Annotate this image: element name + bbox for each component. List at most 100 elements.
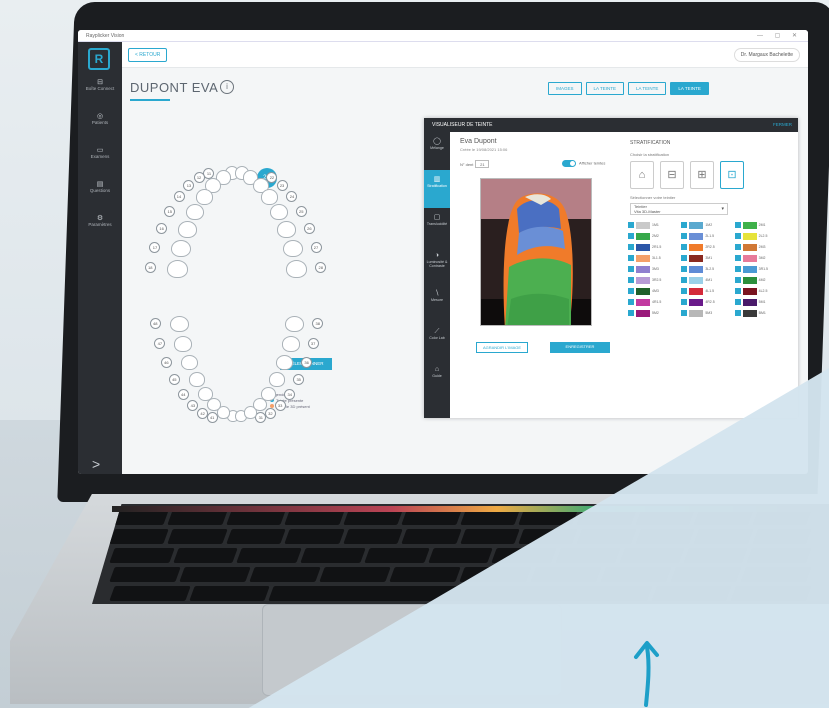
checkbox-icon[interactable] — [628, 299, 634, 305]
tooth[interactable] — [169, 316, 189, 333]
tooth-number[interactable]: 12 — [193, 171, 205, 183]
tooth[interactable] — [285, 316, 305, 333]
tooth-number[interactable]: 37 — [307, 338, 319, 350]
tooth-number[interactable]: 48 — [149, 318, 161, 330]
strat-option-1[interactable]: ⌂ — [630, 161, 654, 189]
tooth-number[interactable]: 18 — [144, 261, 156, 273]
shade-item[interactable]: 4R1.5 — [628, 298, 681, 306]
shade-item[interactable]: 4L2.5 — [734, 287, 788, 295]
shade-item[interactable]: 4L1.5 — [681, 287, 734, 295]
shade-item[interactable]: 2L1.5 — [681, 232, 734, 240]
enlarge-image-button[interactable]: AGRANDIR L'IMAGE — [476, 342, 528, 353]
tooth[interactable] — [171, 239, 192, 258]
checkbox-icon[interactable] — [628, 244, 634, 250]
checkbox-icon[interactable] — [681, 222, 688, 228]
shade-item[interactable]: 2M3 — [734, 243, 788, 251]
tooth-number[interactable]: 26 — [303, 222, 315, 234]
shade-item[interactable]: 3R1.5 — [734, 265, 788, 273]
checkbox-icon[interactable] — [734, 255, 741, 261]
shade-item[interactable]: 4R2.5 — [681, 298, 734, 306]
tooth[interactable] — [269, 372, 286, 387]
checkbox-icon[interactable] — [681, 277, 688, 283]
shade-item[interactable]: 1M1 — [628, 221, 681, 229]
tool-stratification[interactable]: ▥ Stratification — [424, 170, 450, 208]
tooth[interactable] — [282, 239, 303, 258]
shade-item[interactable]: 5M3 — [681, 309, 734, 317]
tooth-number[interactable]: 33 — [274, 400, 286, 412]
tooth-number[interactable]: 41 — [206, 411, 218, 423]
tooth[interactable] — [180, 355, 198, 371]
tooth-number[interactable]: 28 — [315, 261, 327, 273]
tooth[interactable] — [286, 259, 308, 278]
shade-item[interactable]: 3M2 — [734, 254, 788, 262]
checkbox-icon[interactable] — [734, 233, 741, 239]
tooth-number[interactable]: 45 — [168, 374, 180, 386]
tooth[interactable] — [178, 220, 198, 238]
sidebar-item-settings[interactable]: ⚙ Paramètres — [78, 215, 122, 227]
tool-translucency[interactable]: ▢ Translucidité — [424, 208, 450, 246]
window-controls[interactable]: — ▢ ✕ — [757, 32, 802, 39]
tool-colorlab[interactable]: ⟋ Color Lab — [424, 322, 450, 360]
tooth-number[interactable]: 17 — [149, 241, 161, 253]
tooth[interactable] — [281, 336, 300, 352]
checkbox-icon[interactable] — [628, 288, 634, 294]
tooth-number[interactable]: 23 — [276, 179, 288, 191]
tooth-number[interactable]: 47 — [154, 338, 166, 350]
checkbox-icon[interactable] — [681, 288, 688, 294]
checkbox-icon[interactable] — [681, 310, 688, 316]
strat-option-3[interactable]: ⊞ — [690, 161, 714, 189]
shade-library-select[interactable]: Teintier Vita 3D-Master — [630, 203, 728, 215]
shade-item[interactable]: BM1 — [734, 309, 788, 317]
checkbox-icon[interactable] — [734, 222, 741, 228]
tooth-number[interactable]: 25 — [295, 205, 307, 217]
back-button[interactable]: < RETOUR — [128, 48, 168, 62]
checkbox-icon[interactable] — [681, 266, 688, 272]
checkbox-icon[interactable] — [628, 222, 634, 228]
tooth[interactable] — [276, 355, 294, 371]
shade-button-2[interactable]: LA TEINTE — [627, 82, 667, 95]
tooth-number[interactable]: 32 — [264, 408, 276, 419]
shade-item[interactable]: 2M1 — [734, 221, 788, 229]
shade-item[interactable]: 5M2 — [628, 309, 681, 317]
sidebar-item-connect[interactable]: ⊟ Boîte Connect — [78, 79, 122, 91]
shade-item[interactable]: 1M2 — [681, 221, 734, 229]
tooth[interactable] — [174, 336, 193, 352]
tooth[interactable] — [269, 203, 288, 221]
tooth[interactable] — [188, 372, 205, 387]
info-icon[interactable]: i — [220, 80, 234, 94]
tool-guide[interactable]: ⌂ Guide — [424, 360, 450, 398]
shade-item[interactable]: 2M2 — [628, 232, 681, 240]
tooth[interactable] — [186, 203, 205, 221]
tooth[interactable] — [261, 189, 279, 206]
checkbox-icon[interactable] — [734, 244, 741, 250]
tooth-number[interactable]: 24 — [286, 191, 298, 203]
checkbox-icon[interactable] — [681, 255, 688, 261]
tooth-number-field[interactable]: N° dent 21 — [460, 160, 490, 168]
tooth[interactable] — [197, 386, 213, 401]
tooth[interactable] — [195, 189, 213, 206]
shade-item[interactable]: 5M1 — [734, 298, 788, 306]
tooth-number[interactable]: 16 — [156, 222, 168, 234]
tooth[interactable] — [276, 220, 296, 238]
sidebar-item-questions[interactable]: ▤ Questions — [78, 181, 122, 193]
tool-mix[interactable]: ◯ Mélange — [424, 132, 450, 170]
show-shades-toggle[interactable]: Afficher teintes — [562, 160, 605, 167]
strat-option-4[interactable]: ⊡ — [720, 161, 744, 189]
checkbox-icon[interactable] — [734, 277, 741, 283]
tooth-number[interactable]: 15 — [164, 205, 176, 217]
tooth[interactable] — [261, 386, 277, 401]
shade-button-1[interactable]: LA TEINTE — [585, 82, 624, 95]
shade-button-primary[interactable]: LA TEINTE — [670, 82, 709, 95]
shade-item[interactable]: 4M3 — [628, 287, 681, 295]
save-button[interactable]: ENREGISTRER — [550, 342, 610, 353]
shade-item[interactable]: 3M1 — [681, 254, 734, 262]
shade-item[interactable]: 3L1.5 — [628, 254, 681, 262]
checkbox-icon[interactable] — [734, 310, 741, 316]
shade-item[interactable]: 2L2.5 — [734, 232, 788, 240]
shade-item[interactable]: 3L2.5 — [681, 265, 734, 273]
tooth-number[interactable]: 46 — [160, 357, 172, 369]
shade-item[interactable]: 4M2 — [734, 276, 788, 284]
shade-item[interactable]: 3M3 — [628, 265, 681, 273]
checkbox-icon[interactable] — [734, 288, 741, 294]
checkbox-icon[interactable] — [628, 255, 634, 261]
